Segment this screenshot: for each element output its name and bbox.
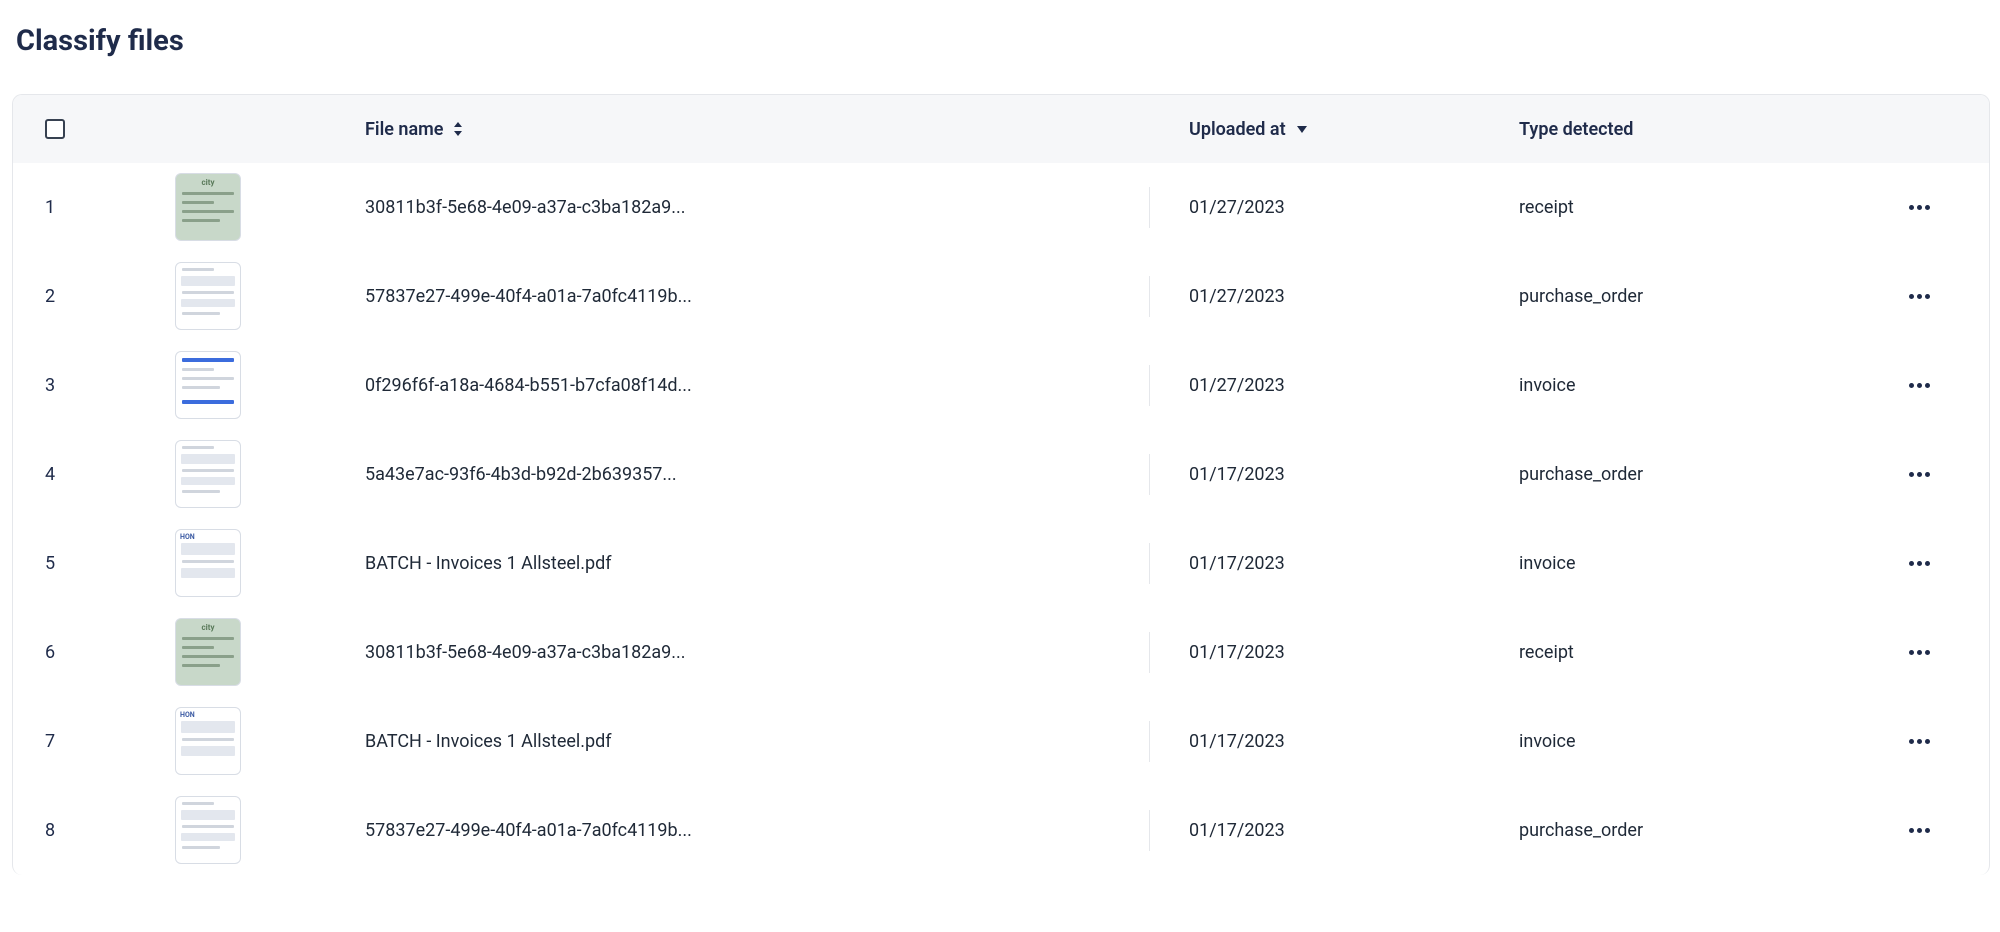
table-row[interactable]: 1 city 30811b3f-5e68-4e09-a37a-c3ba182a9..… <box>13 163 1989 252</box>
file-name: 30811b3f-5e68-4e09-a37a-c3ba182a9... <box>365 197 1149 218</box>
column-header-file-name[interactable]: File name <box>365 119 1189 140</box>
table-row[interactable]: 2 57837e27-499e-40f4-a01a-7a0fc4119b... 01… <box>13 252 1989 341</box>
uploaded-at: 01/17/2023 <box>1189 642 1285 663</box>
type-detected: receipt <box>1519 197 1574 218</box>
row-actions-button[interactable] <box>1903 547 1935 579</box>
table-header: File name Uploaded at Type detected <box>13 95 1989 163</box>
uploaded-at: 01/17/2023 <box>1189 553 1285 574</box>
row-index: 8 <box>45 820 55 841</box>
file-name: 57837e27-499e-40f4-a01a-7a0fc4119b... <box>365 286 1149 307</box>
file-name: BATCH - Invoices 1 Allsteel.pdf <box>365 731 1149 752</box>
more-icon <box>1909 739 1930 744</box>
table-row[interactable]: 6 city 30811b3f-5e68-4e09-a37a-c3ba182a9..… <box>13 608 1989 697</box>
type-detected: purchase_order <box>1519 286 1643 307</box>
column-header-label: Type detected <box>1519 119 1633 140</box>
row-index: 2 <box>45 286 55 307</box>
table-row[interactable]: 5 HON BATCH - Invoices 1 Allsteel.pdf 01/17… <box>13 519 1989 608</box>
row-index: 6 <box>45 642 55 663</box>
file-thumbnail <box>175 351 241 419</box>
sort-both-icon <box>453 121 463 137</box>
more-icon <box>1909 650 1930 655</box>
column-header-uploaded-at[interactable]: Uploaded at <box>1189 119 1519 140</box>
more-icon <box>1909 828 1930 833</box>
type-detected: invoice <box>1519 553 1576 574</box>
file-thumbnail <box>175 796 241 864</box>
column-header-type-detected: Type detected <box>1519 119 1889 140</box>
table-row[interactable]: 7 HON BATCH - Invoices 1 Allsteel.pdf 01/17… <box>13 697 1989 786</box>
table-row[interactable]: 4 5a43e7ac-93f6-4b3d-b92d-2b639357... 01/1… <box>13 430 1989 519</box>
uploaded-at: 01/27/2023 <box>1189 286 1285 307</box>
file-thumbnail: city <box>175 618 241 686</box>
row-actions-button[interactable] <box>1903 369 1935 401</box>
type-detected: receipt <box>1519 642 1574 663</box>
column-header-label: Uploaded at <box>1189 119 1286 140</box>
file-thumbnail: HON <box>175 529 241 597</box>
row-index: 3 <box>45 375 55 396</box>
file-thumbnail <box>175 262 241 330</box>
more-icon <box>1909 383 1930 388</box>
file-thumbnail: city <box>175 173 241 241</box>
more-icon <box>1909 472 1930 477</box>
uploaded-at: 01/17/2023 <box>1189 731 1285 752</box>
more-icon <box>1909 205 1930 210</box>
row-actions-button[interactable] <box>1903 725 1935 757</box>
more-icon <box>1909 294 1930 299</box>
row-index: 7 <box>45 731 55 752</box>
file-name: 57837e27-499e-40f4-a01a-7a0fc4119b... <box>365 820 1149 841</box>
file-thumbnail: HON <box>175 707 241 775</box>
files-table: File name Uploaded at Type detected <box>12 94 1990 875</box>
sort-desc-icon <box>1296 124 1308 134</box>
uploaded-at: 01/27/2023 <box>1189 375 1285 396</box>
uploaded-at: 01/27/2023 <box>1189 197 1285 218</box>
page-title: Classify files <box>16 24 1990 58</box>
file-name: 0f296f6f-a18a-4684-b551-b7cfa08f14d... <box>365 375 1149 396</box>
row-actions-button[interactable] <box>1903 191 1935 223</box>
type-detected: invoice <box>1519 375 1576 396</box>
select-all-checkbox[interactable] <box>45 119 65 139</box>
row-actions-button[interactable] <box>1903 458 1935 490</box>
row-index: 4 <box>45 464 55 485</box>
table-row[interactable]: 8 57837e27-499e-40f4-a01a-7a0fc4119b... 01… <box>13 786 1989 875</box>
type-detected: purchase_order <box>1519 820 1643 841</box>
row-actions-button[interactable] <box>1903 636 1935 668</box>
more-icon <box>1909 561 1930 566</box>
row-index: 5 <box>45 553 55 574</box>
row-index: 1 <box>45 197 55 218</box>
row-actions-button[interactable] <box>1903 280 1935 312</box>
type-detected: purchase_order <box>1519 464 1643 485</box>
file-name: 5a43e7ac-93f6-4b3d-b92d-2b639357... <box>365 464 1149 485</box>
file-name: 30811b3f-5e68-4e09-a37a-c3ba182a9... <box>365 642 1149 663</box>
column-header-label: File name <box>365 119 443 140</box>
table-row[interactable]: 3 0f296f6f-a18a-4684-b551-b7cfa08f14d... 0… <box>13 341 1989 430</box>
file-name: BATCH - Invoices 1 Allsteel.pdf <box>365 553 1149 574</box>
file-thumbnail <box>175 440 241 508</box>
row-actions-button[interactable] <box>1903 814 1935 846</box>
type-detected: invoice <box>1519 731 1576 752</box>
uploaded-at: 01/17/2023 <box>1189 464 1285 485</box>
uploaded-at: 01/17/2023 <box>1189 820 1285 841</box>
